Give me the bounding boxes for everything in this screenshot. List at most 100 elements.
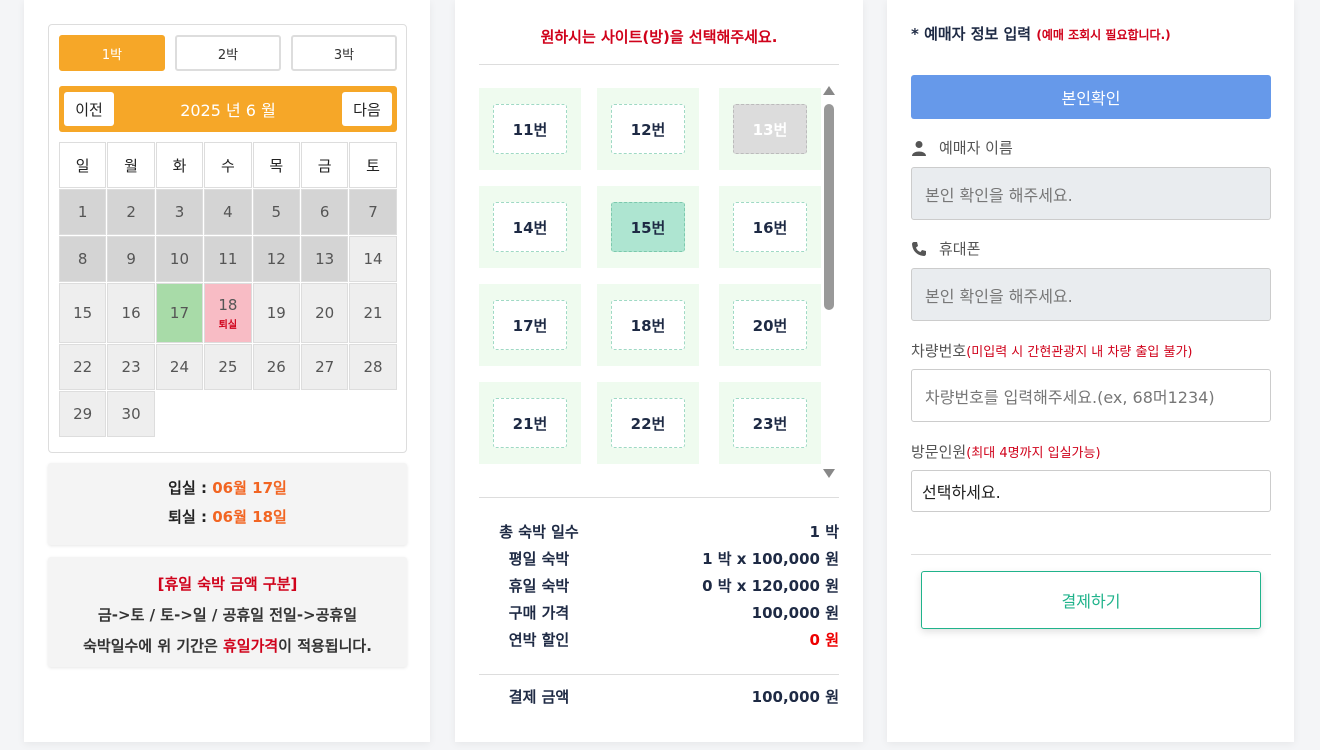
visitor-count-select[interactable]: 선택하세요. — [911, 470, 1271, 512]
checkin-label: 입실 : — [168, 479, 207, 497]
scroll-up-arrow-icon[interactable] — [823, 86, 835, 95]
site-cell: 22번 — [597, 382, 699, 464]
booker-form-panel: * 예매자 정보 입력 (예매 조회시 필요합니다.) 본인확인 예매자 이름 … — [887, 0, 1294, 742]
car-label-note: (미입력 시 간현관광지 내 차량 출입 불가) — [966, 345, 1193, 360]
calendar-day[interactable]: 15 — [59, 283, 107, 343]
calendar-day[interactable]: 28 — [349, 344, 397, 390]
calendar-day: 5 — [252, 189, 300, 235]
divider — [479, 497, 839, 498]
verify-identity-button[interactable]: 본인확인 — [911, 75, 1271, 119]
site-button-18[interactable]: 18번 — [611, 300, 685, 350]
site-cell: 11번 — [479, 88, 581, 170]
site-cell: 16번 — [719, 186, 821, 268]
checkin-line: 입실 : 06월 17일 — [48, 477, 407, 498]
calendar-day: 1 — [59, 189, 107, 235]
discount-label: 연박 할인 — [508, 631, 570, 649]
calendar-day: 13 — [300, 236, 349, 282]
month-title: 2025 년 6 월 — [180, 101, 276, 120]
site-cell: 15번 — [597, 186, 699, 268]
site-button-15[interactable]: 15번 — [611, 202, 685, 252]
site-button-16[interactable]: 16번 — [733, 202, 807, 252]
phone-icon — [912, 241, 926, 256]
total-nights-value: 1 박 — [809, 523, 839, 541]
site-scrollbar[interactable] — [823, 86, 835, 478]
holiday-info-line1: 금->토 / 토->일 / 공휴일 전일->공휴일 — [97, 606, 358, 624]
nights-selector: 1박 2박 3박 — [59, 35, 397, 71]
calendar-day[interactable]: 25 — [204, 344, 252, 390]
calendar-panel: 1박 2박 3박 이전 2025 년 6 월 다음 일 월 화 수 목 금 토 … — [24, 0, 430, 742]
holiday-info-box: [휴일 숙박 금액 구분] 금->토 / 토->일 / 공휴일 전일->공휴일 … — [48, 557, 407, 667]
form-title: * 예매자 정보 입력 (예매 조회시 필요합니다.) — [911, 23, 1171, 44]
nights-3-button[interactable]: 3박 — [291, 35, 397, 71]
site-button-22[interactable]: 22번 — [611, 398, 685, 448]
calendar-day-checkout[interactable]: 18 퇴실 — [204, 283, 252, 343]
calendar-day[interactable]: 21 — [349, 283, 397, 343]
calendar-day: 11 — [204, 236, 252, 282]
name-input[interactable]: 본인 확인을 해주세요. — [911, 167, 1271, 220]
calendar-day: 7 — [349, 189, 397, 235]
checkout-value: 06월 18일 — [212, 508, 287, 526]
calendar-day[interactable]: 23 — [107, 344, 155, 390]
calendar-day[interactable]: 14 — [349, 236, 397, 282]
calendar-day[interactable]: 27 — [300, 344, 349, 390]
site-button-17[interactable]: 17번 — [493, 300, 567, 350]
nights-2-button[interactable]: 2박 — [175, 35, 281, 71]
site-cell: 21번 — [479, 382, 581, 464]
site-button-14[interactable]: 14번 — [493, 202, 567, 252]
holiday-stay-label: 휴일 숙박 — [508, 577, 570, 595]
scroll-thumb[interactable] — [824, 104, 834, 310]
name-label-text: 예매자 이름 — [939, 139, 1013, 157]
checkin-value: 06월 17일 — [212, 479, 287, 497]
holiday-stay-value: 0 박 x 120,000 원 — [702, 577, 839, 595]
calendar-day[interactable]: 24 — [155, 344, 204, 390]
summary-row: 총 숙박 일수 1 박 — [479, 518, 839, 545]
phone-input[interactable]: 본인 확인을 해주세요. — [911, 268, 1271, 321]
calendar-day-checkin[interactable]: 17 — [155, 283, 204, 343]
next-month-button[interactable]: 다음 — [341, 92, 392, 126]
summary-row: 휴일 숙박 0 박 x 120,000 원 — [479, 572, 839, 599]
site-cell: 13번 — [719, 88, 821, 170]
weekday-tue: 화 — [155, 142, 204, 188]
calendar-box: 1박 2박 3박 이전 2025 년 6 월 다음 일 월 화 수 목 금 토 … — [48, 24, 407, 453]
pay-button[interactable]: 결제하기 — [921, 571, 1261, 629]
day-number: 18 — [218, 295, 238, 314]
scroll-down-arrow-icon[interactable] — [823, 469, 835, 478]
prev-month-button[interactable]: 이전 — [64, 92, 114, 126]
site-button-21[interactable]: 21번 — [493, 398, 567, 448]
summary-row: 평일 숙박 1 박 x 100,000 원 — [479, 545, 839, 572]
calendar-day[interactable]: 26 — [252, 344, 300, 390]
weekday-mon: 월 — [107, 142, 155, 188]
calendar-day[interactable]: 29 — [59, 391, 107, 437]
site-panel: 원하시는 사이트(방)을 선택해주세요. 11번 12번 13번 14번 15번… — [455, 0, 863, 742]
weekday-thu: 목 — [252, 142, 300, 188]
calendar-day: 9 — [107, 236, 155, 282]
site-button-11[interactable]: 11번 — [493, 104, 567, 154]
calendar-day[interactable]: 16 — [107, 283, 155, 343]
name-field-label: 예매자 이름 — [911, 137, 1013, 158]
site-button-23[interactable]: 23번 — [733, 398, 807, 448]
discount-value: 0 원 — [809, 631, 839, 649]
calendar-day[interactable]: 20 — [300, 283, 349, 343]
site-cell: 17번 — [479, 284, 581, 366]
car-number-input[interactable]: 차량번호를 입력해주세요.(ex, 68머1234) — [911, 369, 1271, 422]
nights-1-button[interactable]: 1박 — [59, 35, 165, 71]
checkout-line: 퇴실 : 06월 18일 — [48, 506, 407, 527]
site-button-20[interactable]: 20번 — [733, 300, 807, 350]
calendar-day[interactable]: 19 — [252, 283, 300, 343]
user-icon — [912, 140, 926, 156]
calendar-day: 8 — [59, 236, 107, 282]
calendar-day[interactable]: 30 — [107, 391, 155, 437]
site-cell: 20번 — [719, 284, 821, 366]
divider — [911, 554, 1271, 555]
weekday-stay-value: 1 박 x 100,000 원 — [702, 550, 839, 568]
calendar-day: 12 — [252, 236, 300, 282]
calendar-day: 2 — [107, 189, 155, 235]
weekday-wed: 수 — [204, 142, 252, 188]
checkout-label: 퇴실 : — [168, 508, 207, 526]
calendar-day[interactable]: 22 — [59, 344, 107, 390]
calendar-week: 15 16 17 18 퇴실 19 20 21 — [59, 283, 397, 343]
weekday-header-row: 일 월 화 수 목 금 토 — [59, 142, 397, 188]
site-cell: 23번 — [719, 382, 821, 464]
divider — [479, 674, 839, 675]
site-button-12[interactable]: 12번 — [611, 104, 685, 154]
